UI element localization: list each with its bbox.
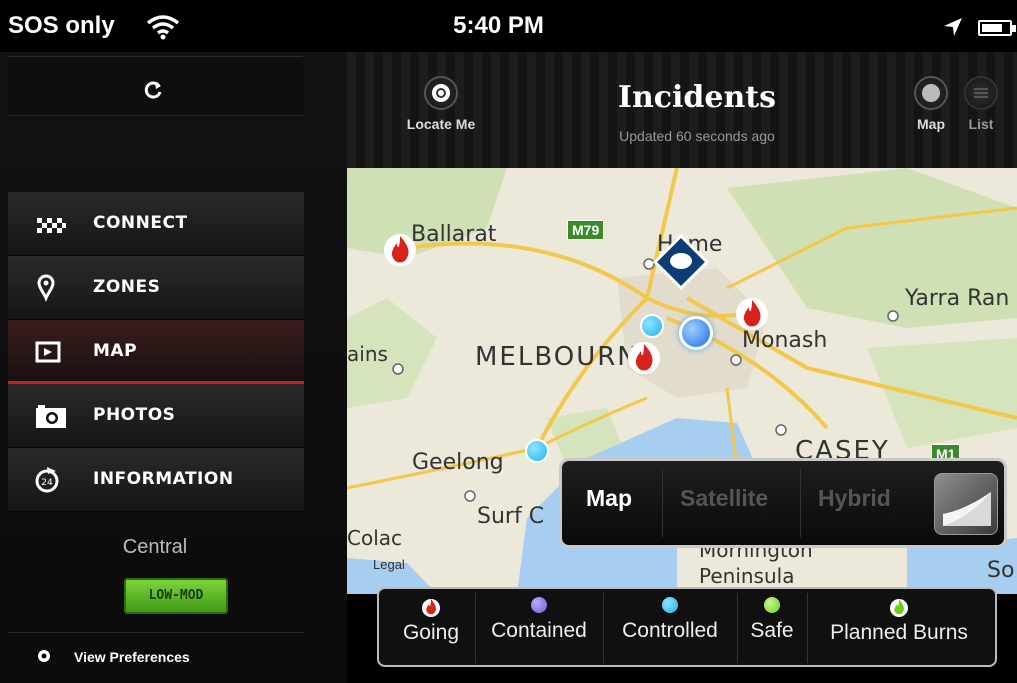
refresh-icon[interactable] [142,79,164,101]
page-curl-icon[interactable] [934,473,998,535]
list-view-label: List [968,116,994,132]
fire-danger-badge: LOW-MOD [124,578,228,614]
battery-icon [978,20,1016,36]
info-marker[interactable] [653,234,709,290]
fire-controlled-marker[interactable] [525,439,549,463]
planned-burn-icon [890,599,908,617]
sidebar-nav: CONNECT ZONES MAP PHOTOS 24 INFORMATION [8,192,304,512]
header: Locate Me Incidents Updated 60 seconds a… [347,52,1017,168]
legend-label: Planned Burns [830,621,968,644]
current-location-marker [679,316,713,350]
incident-legend: Going Contained Controlled Safe Planned … [377,587,997,667]
legend-label: Safe [750,619,794,642]
fire-controlled-marker[interactable] [640,314,664,338]
legend-label: Contained [491,619,587,642]
view-preferences-label: View Preferences [74,649,190,665]
fire-going-icon [422,599,440,617]
sidebar-item-connect[interactable]: CONNECT [8,192,304,256]
checker-icon [37,218,66,233]
legend-label: Controlled [622,619,718,642]
map-label-geelong: Geelong [412,450,504,475]
main-panel: Locate Me Incidents Updated 60 seconds a… [347,52,1017,683]
map-type-selector: Map Satellite Hybrid [559,458,1007,548]
map-view-label: Map [917,116,945,132]
map-label-so: So [987,558,1015,583]
legend-label: Going [402,621,460,644]
map-label-surf: Surf C [477,504,545,529]
legal-link[interactable]: Legal [373,557,405,572]
map-type-satellite[interactable]: Satellite [680,485,768,512]
svg-text:24: 24 [41,478,53,488]
status-bar: SOS only 5:40 PM [0,0,1017,52]
fire-going-marker[interactable] [735,294,769,332]
contained-dot-icon [531,597,547,613]
sidebar-item-label: INFORMATION [93,469,234,489]
sidebar-item-photos[interactable]: PHOTOS [8,384,304,448]
fire-going-marker[interactable] [627,338,661,376]
sidebar-item-label: PHOTOS [93,405,176,425]
camera-icon [36,405,66,428]
refresh-row[interactable] [8,56,303,116]
legend-controlled: Controlled [607,597,733,643]
sidebar-item-label: CONNECT [93,213,188,233]
gear-icon [38,650,50,662]
clock: 5:40 PM [453,12,544,39]
map-type-hybrid[interactable]: Hybrid [818,485,891,512]
legend-safe: Safe [741,597,803,643]
map-label-ballarat: Ballarat [411,222,497,247]
legend-going: Going [393,597,469,645]
safe-dot-icon [764,597,780,613]
map-label-yarra: Yarra Ran [905,286,1010,311]
map-type-map[interactable]: Map [586,485,632,512]
list-view-icon [964,76,998,110]
legend-planned-burns: Planned Burns [813,597,985,645]
sidebar-item-map[interactable]: MAP [8,320,304,384]
clock-24-icon: 24 [35,467,59,493]
map-label-ains: ains [347,342,388,366]
zone-name: Central [122,536,188,558]
map-label-peninsula: Peninsula [699,564,795,588]
view-preferences-button[interactable]: View Preferences [8,632,304,678]
map-label-m79: M79 [567,220,605,240]
map-view-button[interactable]: Map [909,76,953,132]
pin-icon [37,274,55,302]
list-view-button[interactable]: List [959,76,1003,132]
sidebar-item-information[interactable]: 24 INFORMATION [8,448,304,512]
sidebar-item-label: MAP [93,341,138,361]
controlled-dot-icon [662,597,678,613]
sidebar: CONNECT ZONES MAP PHOTOS 24 INFORMATION … [0,52,347,683]
map-frame-icon [35,341,61,363]
map-label-colac: Colac [347,526,403,550]
sidebar-item-zones[interactable]: ZONES [8,256,304,320]
fire-going-marker[interactable] [383,230,417,268]
location-arrow-icon [944,18,962,36]
map-view-icon [914,76,948,110]
sidebar-item-label: ZONES [93,277,161,297]
legend-contained: Contained [479,597,599,643]
